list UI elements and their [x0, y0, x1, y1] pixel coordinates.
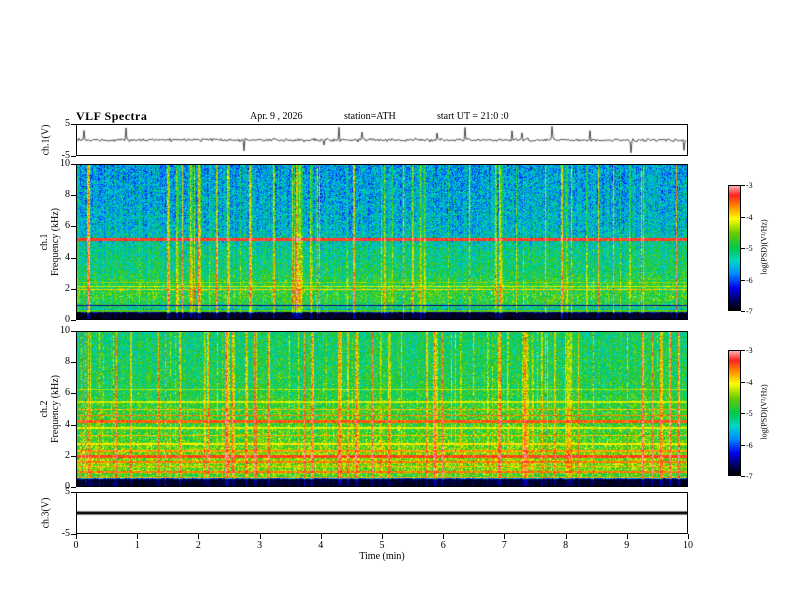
colorbar-tick-mark	[741, 217, 745, 218]
x-tick-label: 1	[134, 540, 140, 551]
colorbar-tick-label: -5	[746, 244, 753, 253]
y-tick-label: 2	[65, 282, 70, 294]
colorbar-tick-mark	[741, 185, 745, 186]
y-tick-mark	[71, 393, 76, 394]
x-tick-label: 8	[563, 540, 569, 551]
x-tick-mark	[76, 534, 77, 539]
x-tick-mark	[137, 534, 138, 539]
colorbar-ch2-canvas	[729, 351, 740, 475]
y-tick-mark	[71, 362, 76, 363]
colorbar-tick-mark	[741, 350, 745, 351]
y-tick-mark	[71, 156, 76, 157]
y-tick-label: 6	[65, 387, 70, 399]
ch3-waveform-canvas	[77, 493, 687, 533]
x-tick-label: 10	[683, 540, 693, 551]
ch2-spectrogram-canvas	[77, 332, 687, 486]
y-tick-label: 10	[60, 158, 70, 169]
colorbar-tick-label: -3	[746, 346, 753, 355]
colorbar-tick-label: -3	[746, 181, 753, 190]
x-tick-label: 7	[501, 540, 507, 551]
colorbar-tick-mark	[741, 476, 745, 477]
y-tick-label: 4	[65, 251, 70, 263]
colorbar-ch1	[728, 185, 741, 311]
ch1-frequency-axis-label: ch.1 Frequency (kHz)	[39, 208, 61, 276]
y-tick-label: 0	[65, 314, 70, 325]
x-tick-label: 4	[318, 540, 324, 551]
ch3-waveform-panel	[76, 492, 688, 534]
x-tick-label: 6	[440, 540, 446, 551]
colorbar-ch2	[728, 350, 741, 476]
colorbar-tick-mark	[741, 280, 745, 281]
y-tick-mark	[71, 492, 76, 493]
plot-start-ut: start UT = 21:0 :0	[437, 111, 509, 122]
y-tick-mark	[71, 289, 76, 290]
y-tick-mark	[71, 124, 76, 125]
y-tick-label: 8	[65, 356, 70, 368]
x-tick-label: 3	[257, 540, 263, 551]
plot-station: station=ATH	[344, 111, 396, 122]
vlf-spectra-plot: VLF Spectra Apr. 9 , 2026 station=ATH st…	[0, 0, 792, 612]
x-tick-mark	[382, 534, 383, 539]
x-tick-mark	[627, 534, 628, 539]
colorbar-tick-label: -6	[746, 275, 753, 285]
x-tick-mark	[260, 534, 261, 539]
colorbar-tick-label: -7	[746, 472, 753, 481]
plot-title: VLF Spectra	[76, 109, 148, 123]
axis-label-line-frequency: Frequency (kHz)	[50, 374, 61, 444]
colorbar-tick-mark	[741, 382, 745, 383]
y-tick-mark	[71, 226, 76, 227]
ch1-waveform-panel	[76, 124, 688, 156]
ch2-frequency-axis-label: ch.2 Frequency (kHz)	[39, 375, 61, 443]
y-tick-mark	[71, 320, 76, 321]
y-tick-label: 5	[65, 118, 70, 129]
x-tick-mark	[198, 534, 199, 539]
plot-date: Apr. 9 , 2026	[250, 111, 303, 122]
x-tick-mark	[504, 534, 505, 539]
y-tick-mark	[71, 164, 76, 165]
x-tick-label: 5	[379, 540, 385, 551]
x-tick-label: 9	[624, 540, 630, 551]
x-tick-mark	[443, 534, 444, 539]
x-tick-mark	[566, 534, 567, 539]
ch1-spectrogram-panel	[76, 164, 688, 320]
y-tick-mark	[71, 425, 76, 426]
ch1-waveform-canvas	[77, 125, 687, 155]
y-tick-mark	[71, 487, 76, 488]
ch3-voltage-axis-label: ch.3(V)	[40, 497, 52, 529]
axis-label-line-ch1: ch.1	[39, 233, 50, 251]
colorbar-tick-mark	[741, 311, 745, 312]
x-tick-label: 0	[73, 540, 79, 551]
y-tick-mark	[71, 258, 76, 259]
colorbar-tick-label: -6	[746, 440, 753, 450]
y-tick-label: 4	[65, 418, 70, 430]
colorbar-tick-label: -5	[746, 409, 753, 418]
y-tick-label: 10	[60, 325, 70, 336]
y-tick-label: 8	[65, 189, 70, 201]
y-tick-mark	[71, 456, 76, 457]
ch1-spectrogram-canvas	[77, 165, 687, 319]
y-tick-label: 5	[65, 486, 70, 497]
y-tick-label: 2	[65, 449, 70, 461]
colorbar-tick-mark	[741, 445, 745, 446]
x-tick-mark	[321, 534, 322, 539]
x-tick-label: 2	[195, 540, 201, 551]
colorbar-tick-label: -7	[746, 307, 753, 316]
x-tick-mark	[688, 534, 689, 539]
axis-label-line-frequency: Frequency (kHz)	[50, 207, 61, 277]
time-axis-label: Time (min)	[359, 551, 405, 562]
colorbar-tick-label: -4	[746, 212, 753, 222]
y-tick-mark	[71, 331, 76, 332]
y-tick-label: 6	[65, 220, 70, 232]
colorbar-tick-mark	[741, 413, 745, 414]
colorbar-tick-label: -4	[746, 377, 753, 387]
colorbar-tick-mark	[741, 248, 745, 249]
axis-label-line-ch2: ch.2	[39, 400, 50, 418]
y-tick-label: -5	[61, 528, 70, 539]
y-tick-mark	[71, 195, 76, 196]
ch2-spectrogram-panel	[76, 331, 688, 487]
colorbar-ch1-canvas	[729, 186, 740, 310]
